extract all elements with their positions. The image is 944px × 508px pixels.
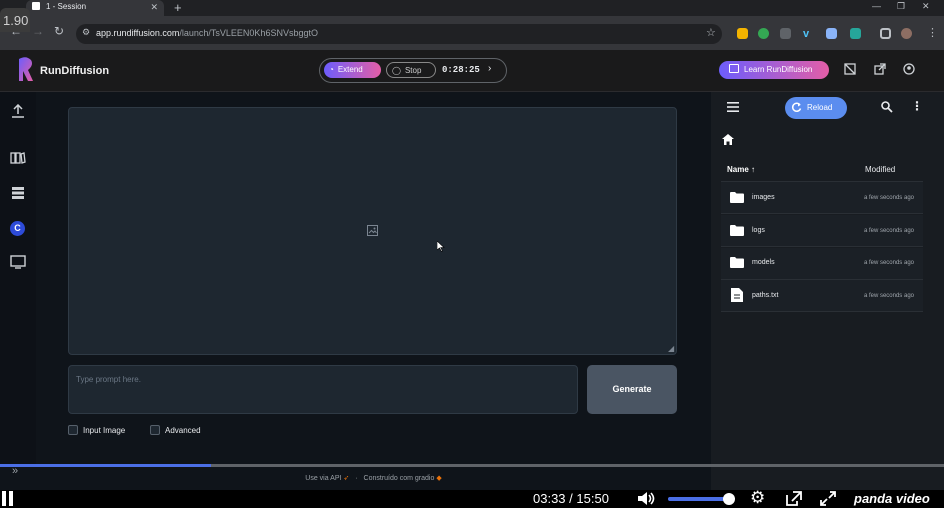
advanced-label: Advanced [165,426,201,435]
prompt-input[interactable]: Type prompt here. [68,365,578,414]
image-off-icon[interactable] [844,63,856,75]
video-time: 03:33 / 15:50 [533,491,609,506]
rundiffusion-logo-icon [19,57,33,81]
file-text-icon [731,288,743,302]
modified-column-header[interactable]: Modified [865,165,895,174]
pause-icon[interactable] [2,491,6,506]
extend-button[interactable]: ◔ Extend [324,62,381,78]
brand-name: RunDiffusion [40,65,110,77]
reload-page-icon[interactable]: ↻ [54,24,64,38]
volume-slider[interactable] [668,497,730,501]
learn-rundiffusion-label: Learn RunDiffusion [744,65,813,74]
clock-icon: ◔ [329,65,334,74]
name-column-header[interactable]: Name ↑ [727,165,755,174]
file-name: models [752,259,775,266]
reload-label: Reload [807,103,833,112]
open-external-icon[interactable] [874,63,886,75]
restore-icon[interactable]: ❐ [897,1,905,12]
chevron-right-icon[interactable]: › [488,63,491,74]
more-vert-icon[interactable]: ⋮ [911,99,923,113]
tab-title: 1 - Session [46,2,87,11]
file-modified: a few seconds ago [863,195,914,201]
settings-gear-icon[interactable]: ⚙ [750,488,765,508]
file-modified: a few seconds ago [863,260,914,266]
library-icon[interactable] [10,151,26,165]
volume-knob[interactable] [723,493,735,505]
vimeo-extension-icon[interactable]: v [803,28,814,40]
monitor-icon[interactable] [10,255,26,269]
left-rail [0,92,36,464]
forward-icon[interactable]: → [32,24,44,38]
url-path: /launch/TsVLEEN0Kh6SNVsbggtO [179,28,318,38]
close-tab-icon[interactable]: ✕ [150,2,158,13]
sort-arrow-up-icon: ↑ [751,165,756,174]
bookmark-star-icon[interactable]: ☆ [706,26,716,39]
extension-icon[interactable] [780,28,791,39]
stop-label: Stop [404,66,422,75]
footer-separator: · [355,475,358,482]
storage-icon[interactable] [10,186,26,200]
upload-icon[interactable] [10,104,26,118]
site-info-icon[interactable]: ⚙ [82,27,90,38]
built-with-gradio-link[interactable]: Construído com gradio [364,475,435,482]
extend-label: Extend [337,65,363,74]
fullscreen-icon[interactable] [820,491,836,506]
input-image-checkbox[interactable] [68,425,78,435]
pause-icon-bar [9,491,13,506]
file-name: images [752,194,775,201]
use-via-api-link[interactable]: Use via API [305,475,341,482]
file-name: logs [752,227,765,234]
stop-circle-icon: ◯ [392,66,401,75]
refresh-icon [791,102,802,112]
search-icon[interactable] [881,101,893,113]
duration: 15:50 [576,491,609,506]
account-icon[interactable] [903,63,915,75]
chrome-extension-icon[interactable] [758,28,769,39]
app-footer: Use via API ➶ · Construído com gradio ◆ [36,466,711,490]
tab-favicon-icon [32,2,40,10]
browser-menu-icon[interactable]: ⋮ [927,26,938,39]
home-icon[interactable] [722,134,734,145]
url-text[interactable]: app.rundiffusion.com/launch/TsVLEEN0Kh6S… [96,28,318,38]
volume-icon[interactable] [638,491,656,506]
profile-avatar[interactable] [901,28,912,39]
popout-icon[interactable] [786,491,802,506]
current-time: 03:33 [533,491,566,506]
side-panel-icon[interactable] [880,28,891,39]
drive-extension-icon[interactable] [737,28,748,39]
prompt-placeholder: Type prompt here. [76,375,141,384]
session-timer: 0:28:25 [442,65,480,75]
mouse-cursor-icon [437,241,445,252]
time-separator: / [569,491,573,506]
docs-extension-icon[interactable] [826,28,837,39]
close-window-icon[interactable]: ✕ [922,1,930,12]
folder-icon [730,192,744,203]
file-modified: a few seconds ago [863,228,914,234]
gradio-logo-icon: ◆ [436,475,442,482]
folder-icon [730,225,744,236]
screen-extension-icon[interactable] [850,28,861,39]
panda-video-logo[interactable]: panda video [854,491,930,506]
input-image-label: Input Image [83,426,126,435]
generate-button[interactable]: Generate [587,365,677,414]
hamburger-menu-icon[interactable] [727,102,739,112]
file-name: paths.txt [752,292,779,299]
folder-icon [730,257,744,268]
browser-tab[interactable]: 1 - Session ✕ [26,0,164,16]
resize-handle-icon[interactable]: ◢ [668,344,674,353]
comfy-app-icon[interactable]: C [10,221,25,236]
advanced-checkbox[interactable] [150,425,160,435]
playback-speed[interactable]: 1.90 [0,8,30,32]
rocket-icon: ➶ [343,475,350,482]
new-tab-button[interactable]: + [174,0,182,15]
name-column-label: Name [727,165,749,174]
url-host: app.rundiffusion.com [96,28,180,38]
video-player-bar [0,490,944,508]
file-modified: a few seconds ago [863,293,914,299]
stop-button[interactable]: ◯ Stop [386,62,436,78]
video-progress-fill [0,464,211,467]
minimize-icon[interactable]: — [872,1,881,11]
book-icon [729,64,739,73]
image-placeholder-icon [367,225,378,236]
